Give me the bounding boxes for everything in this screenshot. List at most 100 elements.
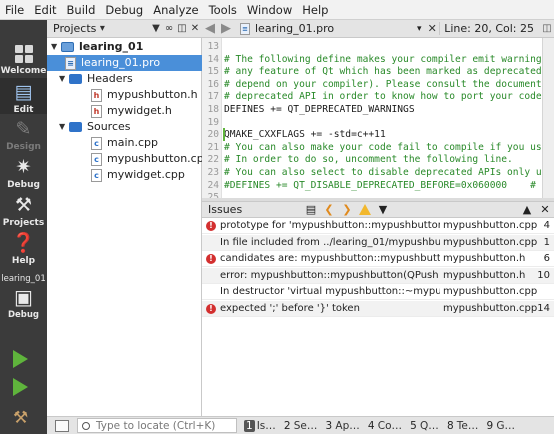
output-pane-label: Co… (377, 419, 403, 432)
menu-edit[interactable]: Edit (29, 0, 61, 20)
tree-item-source-file[interactable]: c mypushbutton.cpp (91, 151, 211, 167)
close-document-icon[interactable]: ✕ (425, 22, 439, 35)
issue-description: expected ';' before '}' token (220, 302, 360, 314)
issue-row[interactable]: error: mypushbutton::mypushbutton(QPush m… (202, 267, 554, 284)
mode-edit-label: Edit (13, 105, 34, 115)
tree-item-header-file[interactable]: h mywidget.h (91, 103, 172, 119)
issue-row[interactable]: ! expected ';' before '}' token mypushbutt… (202, 300, 554, 317)
hammer-icon[interactable]: ⚒ (13, 408, 28, 428)
output-pane-number: 1 (244, 419, 255, 432)
minimize-pane-icon[interactable]: ▲ (518, 203, 536, 216)
tree-item-source-file[interactable]: c main.cpp (91, 135, 158, 151)
menu-build[interactable]: Build (62, 0, 101, 20)
tree-item-label: mypushbutton.cpp (107, 152, 211, 165)
folder-icon (69, 122, 82, 132)
wrench-icon: ⚒ (14, 194, 33, 216)
document-selector[interactable]: ≡ learing_01.pro (240, 22, 334, 35)
code-line: #DEFINES += QT_DISABLE_DEPRECATED_BEFORE… (224, 179, 542, 191)
output-pane-button[interactable]: 1 Is… (244, 419, 276, 432)
line-number: 14 (207, 53, 219, 65)
issue-file: mypushbutton.h (443, 253, 526, 264)
code-line: DEFINES += QT_DEPRECATED_WARNINGS (224, 104, 415, 115)
chevron-down-icon[interactable]: ▾ (413, 24, 425, 34)
previous-issue-icon[interactable]: ❮ (320, 203, 338, 216)
help-icon: ❓ (11, 232, 36, 254)
close-pane-icon[interactable]: ✕ (536, 203, 554, 216)
issue-row[interactable]: In destructor 'virtual mypushbutton::~my… (202, 284, 554, 300)
mode-design[interactable]: ✎ Design (0, 118, 47, 152)
mode-welcome[interactable]: Welcome (0, 42, 47, 76)
split-editor-icon[interactable]: ◫ (540, 23, 554, 34)
tree-item-header-file[interactable]: h mypushbutton.h (91, 87, 198, 103)
output-pane-button[interactable]: 4 Co… (367, 420, 402, 432)
split-icon[interactable]: ◫ (176, 23, 188, 34)
menu-analyze[interactable]: Analyze (148, 0, 203, 20)
code-editor[interactable]: 13 14 15 16 17 18 19 20 21 22 23 24 25 # The followi… (202, 38, 542, 198)
projects-header: Projects ▾ ▼ ∞ ◫ ✕ (47, 20, 202, 38)
filter-icon[interactable]: ▼ (374, 203, 392, 216)
menu-tools[interactable]: Tools (204, 0, 242, 20)
tree-item-sources[interactable]: ▼ Sources (59, 119, 131, 135)
menu-file[interactable]: File (0, 0, 29, 20)
mode-welcome-label: Welcome (0, 66, 47, 76)
tree-item-headers[interactable]: ▼ Headers (59, 71, 133, 87)
mode-edit[interactable]: ▤ Edit (0, 78, 47, 115)
forward-arrow-icon[interactable]: ▶ (218, 21, 234, 36)
kit-selector[interactable]: learing_01 ▣ Debug (0, 274, 47, 320)
chevron-down-icon[interactable]: ▾ (96, 23, 108, 34)
folder-icon (69, 74, 82, 84)
mode-projects-label: Projects (2, 218, 45, 228)
mode-debug[interactable]: ✷ Debug (0, 156, 47, 190)
search-icon (82, 421, 90, 430)
menu-debug[interactable]: Debug (100, 0, 148, 20)
expand-arrow-icon[interactable]: ▼ (51, 39, 61, 55)
run-button[interactable] (13, 350, 28, 368)
cpp-file-icon: c (91, 152, 102, 166)
line-number: 19 (207, 116, 219, 128)
output-pane-number: 9 (486, 419, 494, 432)
toggle-sidebar-icon[interactable] (55, 419, 69, 432)
issue-row[interactable]: ! candidates are: mypushbutton::mypushbut… (202, 251, 554, 267)
issue-description: In destructor 'virtual mypushbutton::~my… (220, 286, 440, 297)
clear-issues-icon[interactable]: ▤ (302, 203, 320, 216)
projects-title[interactable]: Projects (53, 22, 96, 35)
output-pane-button[interactable]: 5 Q… (409, 420, 439, 432)
current-line-marker (223, 128, 225, 142)
kit-mode: Debug (7, 310, 40, 320)
close-icon[interactable]: ✕ (189, 23, 201, 34)
line-number: 24 (207, 179, 219, 191)
output-pane-label: Q… (420, 419, 439, 432)
next-issue-icon[interactable]: ❯ (338, 203, 356, 216)
output-pane-button[interactable]: 2 Se… (283, 420, 317, 432)
line-number: 25 (207, 192, 219, 198)
editor-vertical-scrollbar[interactable] (542, 38, 554, 198)
line-number: 15 (207, 66, 219, 78)
mode-projects[interactable]: ⚒ Projects (0, 194, 47, 228)
tree-item-source-file[interactable]: c mywidget.cpp (91, 167, 185, 183)
line-number: 22 (207, 154, 219, 166)
filter-icon[interactable]: ▼ (150, 23, 162, 34)
issue-row[interactable]: In file included from ../learing_01/mypu… (202, 234, 554, 251)
issue-description: error: mypushbutton::mypushbutton(QPush (220, 269, 439, 281)
warning-filter-icon[interactable] (359, 204, 371, 215)
mode-help[interactable]: ❓ Help (0, 232, 47, 266)
menu-help[interactable]: Help (297, 0, 333, 20)
tree-item-project[interactable]: ▼ learing_01 (51, 39, 143, 55)
expand-arrow-icon[interactable]: ▼ (59, 71, 69, 87)
output-pane-button[interactable]: 3 Ap… (324, 420, 360, 432)
locator-input[interactable]: Type to locate (Ctrl+K) (77, 418, 237, 433)
issue-row[interactable]: ! prototype for 'mypushbutton::mypushbutt… (202, 218, 554, 234)
error-icon: ! (206, 303, 216, 314)
tree-item-label: mypushbutton.h (107, 88, 198, 101)
output-pane-button[interactable]: 8 Te… (446, 420, 478, 432)
back-arrow-icon[interactable]: ◀ (202, 21, 218, 36)
tree-item-pro-file[interactable]: ≡ learing_01.pro (47, 55, 202, 71)
code-line: # The following define makes your compil… (224, 53, 542, 65)
menu-window[interactable]: Window (242, 0, 297, 20)
issues-header: Issues ▤ ❮ ❯ ▼ ▲ ✕ (202, 201, 554, 218)
output-pane-button[interactable]: 9 G… (485, 420, 515, 432)
expand-arrow-icon[interactable]: ▼ (59, 119, 69, 135)
cursor-position[interactable]: Line: 20, Col: 25 (439, 22, 540, 35)
debug-run-button[interactable] (13, 378, 28, 396)
link-icon[interactable]: ∞ (163, 23, 175, 34)
